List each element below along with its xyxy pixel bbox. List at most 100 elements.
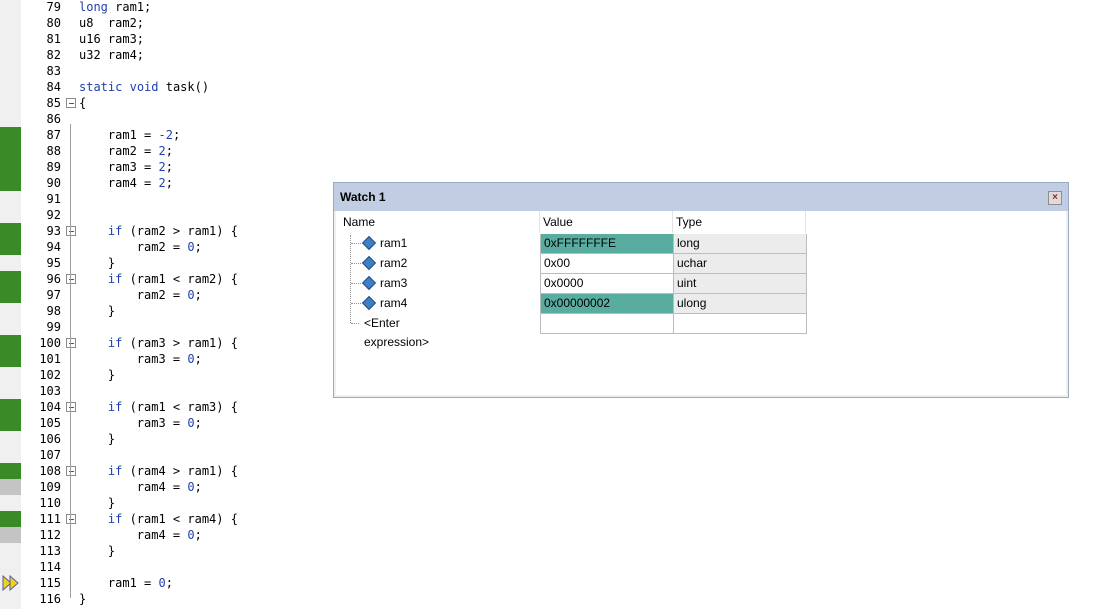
line-number: 95 <box>46 256 61 270</box>
watch-value-ram1[interactable]: 0xFFFFFFFE <box>540 234 674 254</box>
code-line[interactable]: 92 <box>0 207 330 223</box>
code-line[interactable]: 97 ram2 = 0; <box>0 287 330 303</box>
watch-value-ram3[interactable]: 0x0000 <box>540 274 674 294</box>
fold-toggle-icon[interactable] <box>66 98 76 108</box>
line-number: 90 <box>46 176 61 190</box>
coverage-marker <box>0 143 21 159</box>
code-line[interactable]: 101 ram3 = 0; <box>0 351 330 367</box>
line-number: 80 <box>46 16 61 30</box>
watch-window[interactable]: Watch 1 × Name Value Type ram1 0xFFFFFFFE… <box>333 182 1069 398</box>
watch-name-ram1[interactable]: ram1 <box>380 234 407 254</box>
watch-type-ram3: uint <box>674 274 807 294</box>
fold-toggle-icon[interactable] <box>66 514 76 524</box>
code-line[interactable]: 81 u16 ram3; <box>0 31 330 47</box>
line-number: 100 <box>39 336 61 350</box>
line-number: 106 <box>39 432 61 446</box>
code-line[interactable]: 114 <box>0 559 330 575</box>
code-text: ram3 = 0; <box>79 352 202 366</box>
code-line[interactable]: 104 if (ram1 < ram3) { <box>0 399 330 415</box>
coverage-marker <box>0 511 21 527</box>
fold-guide <box>70 412 71 438</box>
code-line[interactable]: 108 if (ram4 > ram1) { <box>0 463 330 479</box>
code-line[interactable]: 100 if (ram3 > ram1) { <box>0 335 330 351</box>
column-header-type[interactable]: Type <box>673 211 806 233</box>
watch-value-ram4[interactable]: 0x00000002 <box>540 294 674 314</box>
code-line[interactable]: 115 ram1 = 0; <box>0 575 330 591</box>
fold-guide <box>70 476 71 502</box>
enter-expression[interactable]: <Enter expression> <box>364 314 429 349</box>
code-line[interactable]: 80 u8 ram2; <box>0 15 330 31</box>
column-header-value[interactable]: Value <box>540 211 673 233</box>
fold-toggle-icon[interactable] <box>66 338 76 348</box>
code-line[interactable]: 94 ram2 = 0; <box>0 239 330 255</box>
code-line[interactable]: 96 if (ram1 < ram2) { <box>0 271 330 287</box>
code-line[interactable]: 99 <box>0 319 330 335</box>
fold-toggle-icon[interactable] <box>66 402 76 412</box>
line-number: 87 <box>46 128 61 142</box>
line-number: 98 <box>46 304 61 318</box>
code-line[interactable]: 102 } <box>0 367 330 383</box>
watch-body: Name Value Type ram1 0xFFFFFFFE long ram2 0x… <box>336 211 1066 395</box>
coverage-marker <box>0 399 21 415</box>
line-number: 97 <box>46 288 61 302</box>
code-line[interactable]: 93 if (ram2 > ram1) { <box>0 223 330 239</box>
line-number: 86 <box>46 112 61 126</box>
line-number: 115 <box>39 576 61 590</box>
code-line[interactable]: 98 } <box>0 303 330 319</box>
code-line[interactable]: 82 u32 ram4; <box>0 47 330 63</box>
tree-branch <box>351 243 361 244</box>
code-line[interactable]: 83 <box>0 63 330 79</box>
line-number: 85 <box>46 96 61 110</box>
variable-icon <box>361 235 377 251</box>
fold-toggle-icon[interactable] <box>66 466 76 476</box>
code-line[interactable]: 106 } <box>0 431 330 447</box>
line-number: 113 <box>39 544 61 558</box>
code-line[interactable]: 91 <box>0 191 330 207</box>
fold-toggle-icon[interactable] <box>66 274 76 284</box>
code-line[interactable]: 109 ram4 = 0; <box>0 479 330 495</box>
watch-name-ram3[interactable]: ram3 <box>380 274 407 294</box>
watch-name-ram2[interactable]: ram2 <box>380 254 407 274</box>
watch-value-ram2[interactable]: 0x00 <box>540 254 674 274</box>
code-line[interactable]: 103 <box>0 383 330 399</box>
code-line[interactable]: 105 ram3 = 0; <box>0 415 330 431</box>
code-text: u32 ram4; <box>79 48 145 62</box>
code-line[interactable]: 111 if (ram1 < ram4) { <box>0 511 330 527</box>
code-text: ram2 = 0; <box>79 240 202 254</box>
code-line[interactable]: 113 } <box>0 543 330 559</box>
code-text: ram1 = 0; <box>79 576 173 590</box>
code-text: ram3 = 2; <box>79 160 173 174</box>
code-line[interactable]: 110 } <box>0 495 330 511</box>
close-icon[interactable]: × <box>1048 191 1062 205</box>
code-text: if (ram2 > ram1) { <box>107 224 238 238</box>
code-text: } <box>79 368 116 382</box>
code-line[interactable]: 95 } <box>0 255 330 271</box>
fold-guide <box>70 284 71 310</box>
code-text: long ram1; <box>79 0 152 14</box>
code-line[interactable]: 86 <box>0 111 330 127</box>
fold-toggle-icon[interactable] <box>66 226 76 236</box>
column-header-name[interactable]: Name <box>340 211 540 233</box>
line-number: 102 <box>39 368 61 382</box>
coverage-marker <box>0 271 21 287</box>
tree-branch <box>351 283 361 284</box>
watch-type-ram2: uchar <box>674 254 807 274</box>
code-line[interactable]: 107 <box>0 447 330 463</box>
code-text: } <box>79 592 87 606</box>
code-line[interactable]: 84 static void task() <box>0 79 330 95</box>
code-line[interactable]: 88 ram2 = 2; <box>0 143 330 159</box>
code-line[interactable]: 112 ram4 = 0; <box>0 527 330 543</box>
watch-title: Watch 1 <box>334 183 1068 211</box>
code-line[interactable]: 79 long ram1; <box>0 0 330 15</box>
code-line[interactable]: 90 ram4 = 2; <box>0 175 330 191</box>
watch-name-ram4[interactable]: ram4 <box>380 294 407 314</box>
code-line[interactable]: 116} <box>0 591 330 607</box>
line-number: 92 <box>46 208 61 222</box>
code-text: if (ram1 < ram2) { <box>107 272 238 286</box>
code-line[interactable]: 85 { <box>0 95 330 111</box>
code-line[interactable]: 89 ram3 = 2; <box>0 159 330 175</box>
line-number: 96 <box>46 272 61 286</box>
code-text: static void task() <box>79 80 210 94</box>
code-line[interactable]: 87 ram1 = -2; <box>0 127 330 143</box>
code-text: if (ram1 < ram3) { <box>107 400 238 414</box>
